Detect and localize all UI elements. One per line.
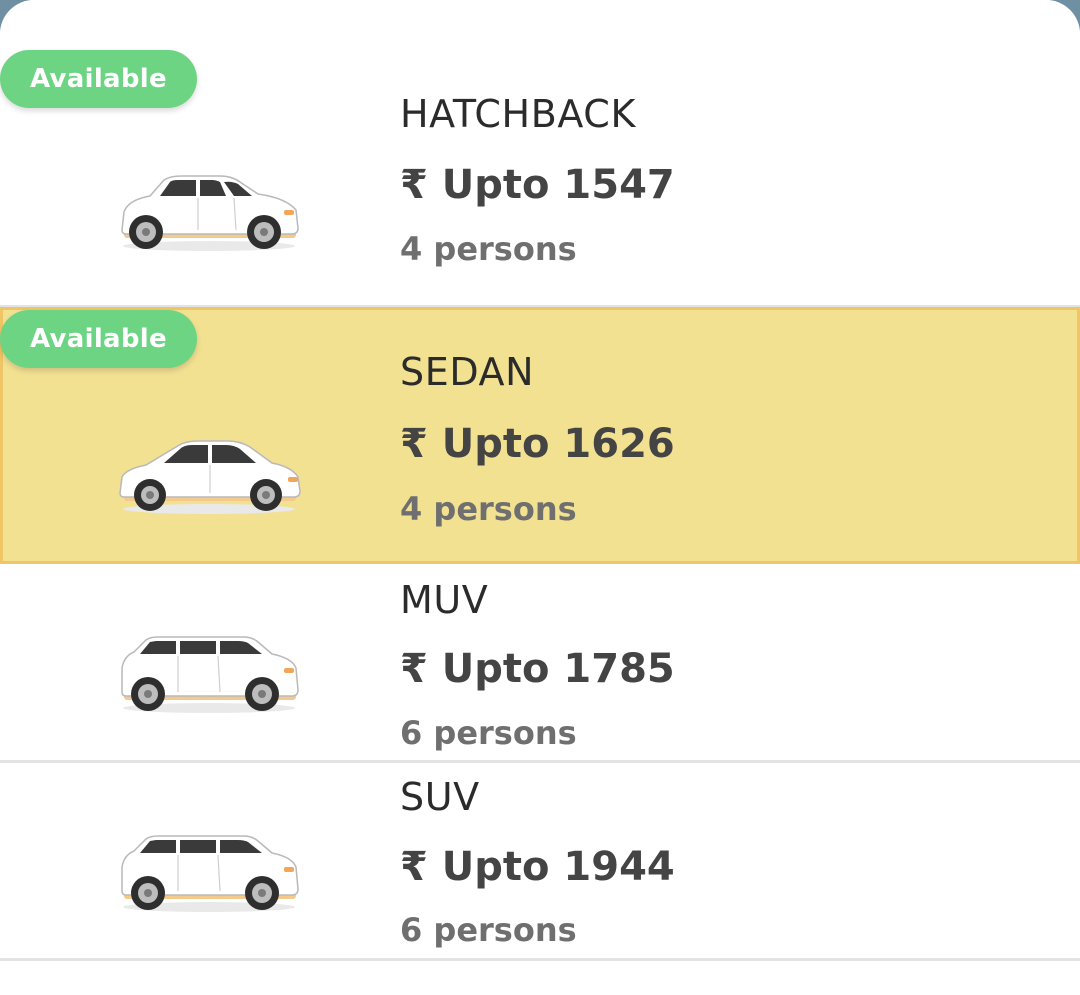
cab-type-name: SUV: [400, 775, 480, 819]
cab-type-name: MUV: [400, 578, 489, 622]
suv-car-icon: [116, 833, 302, 915]
cab-type-name: SEDAN: [400, 350, 535, 394]
cab-price: ₹ Upto 1547: [400, 162, 675, 208]
available-badge: Available: [0, 310, 197, 368]
cab-capacity: 6 persons: [400, 714, 577, 752]
cab-type-name: HATCHBACK: [400, 92, 636, 136]
cab-option-suv[interactable]: SUV ₹ Upto 1944 6 persons: [0, 763, 1080, 961]
cab-option-sedan[interactable]: Available SEDAN ₹ Upto 1626 4 persons: [0, 307, 1080, 564]
muv-car-icon: [116, 634, 302, 716]
cab-price: ₹ Upto 1785: [400, 646, 675, 692]
cab-price: ₹ Upto 1944: [400, 844, 675, 890]
hatchback-car-icon: [116, 172, 302, 254]
cab-capacity: 4 persons: [400, 490, 577, 528]
available-badge: Available: [0, 50, 197, 108]
cab-option-hatchback[interactable]: Available HATCHBACK ₹ Upto 1547 4 person…: [0, 0, 1080, 308]
sedan-car-icon: [116, 435, 302, 517]
cab-option-muv[interactable]: MUV ₹ Upto 1785 6 persons: [0, 564, 1080, 763]
cab-price: ₹ Upto 1626: [400, 421, 675, 467]
cab-capacity: 6 persons: [400, 911, 577, 949]
cab-options-sheet: Available HATCHBACK ₹ Upto 1547 4 person…: [0, 0, 1080, 995]
cab-capacity: 4 persons: [400, 230, 577, 268]
